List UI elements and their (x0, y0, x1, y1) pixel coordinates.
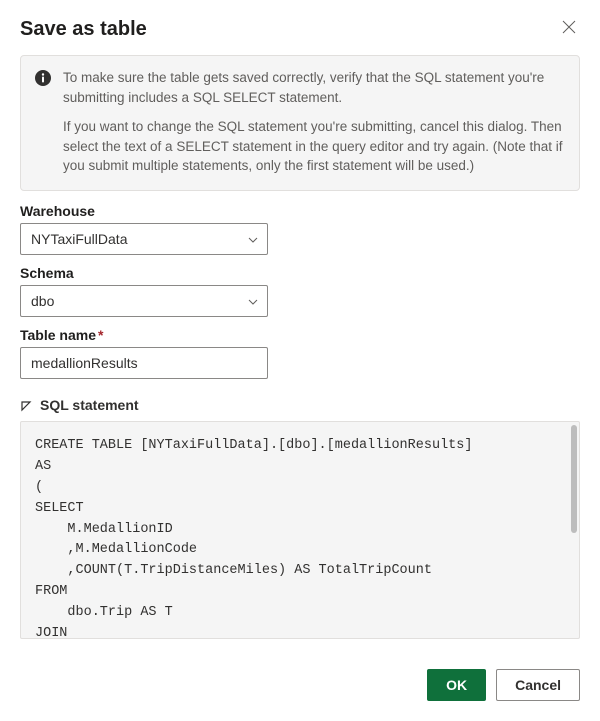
table-name-input[interactable] (20, 347, 268, 379)
required-asterisk: * (98, 327, 103, 343)
cancel-button[interactable]: Cancel (496, 669, 580, 701)
dialog-title: Save as table (20, 18, 147, 41)
close-icon (562, 21, 576, 38)
schema-label: Schema (20, 265, 580, 281)
chevron-down-icon (247, 295, 259, 307)
table-name-label: Table name* (20, 327, 580, 343)
schema-value: dbo (31, 293, 54, 309)
info-paragraph-1: To make sure the table gets saved correc… (63, 68, 565, 107)
dialog-footer: OK Cancel (20, 669, 580, 701)
info-icon (35, 70, 51, 86)
scrollbar-thumb[interactable] (571, 425, 577, 533)
warehouse-value: NYTaxiFullData (31, 231, 127, 247)
chevron-down-icon (247, 233, 259, 245)
info-text: To make sure the table gets saved correc… (63, 68, 565, 176)
close-button[interactable] (558, 18, 580, 40)
sql-statement-toggle[interactable]: SQL statement (20, 397, 580, 413)
dialog-header: Save as table (20, 18, 580, 41)
sql-statement-code[interactable]: CREATE TABLE [NYTaxiFullData].[dbo].[med… (20, 421, 580, 639)
warehouse-select[interactable]: NYTaxiFullData (20, 223, 268, 255)
sql-statement-label: SQL statement (40, 397, 139, 413)
collapse-icon (20, 399, 32, 411)
schema-select[interactable]: dbo (20, 285, 268, 317)
info-box: To make sure the table gets saved correc… (20, 55, 580, 191)
sql-statement-container: CREATE TABLE [NYTaxiFullData].[dbo].[med… (20, 421, 580, 639)
info-paragraph-2: If you want to change the SQL statement … (63, 117, 565, 176)
save-as-table-dialog: Save as table To make sure the table get… (0, 0, 600, 721)
ok-button[interactable]: OK (427, 669, 486, 701)
table-name-label-text: Table name (20, 327, 96, 343)
warehouse-label: Warehouse (20, 203, 580, 219)
